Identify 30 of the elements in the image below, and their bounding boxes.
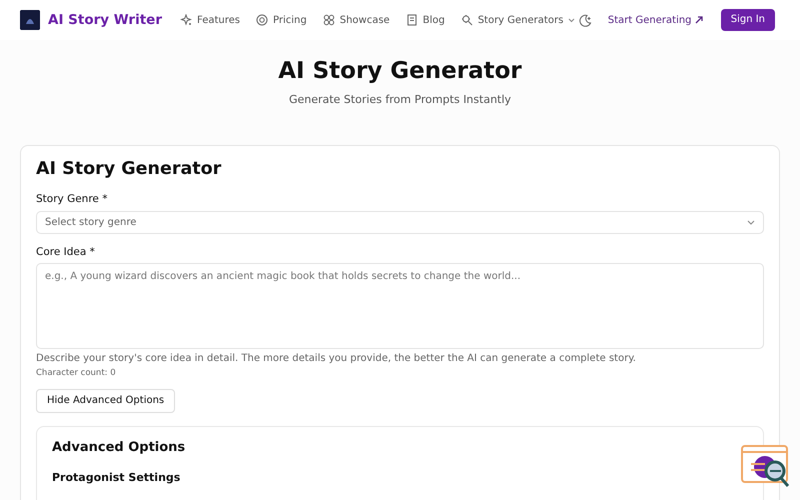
genre-select[interactable]: Select story genre	[36, 210, 764, 234]
grid-icon	[322, 14, 335, 26]
arrow-up-right-icon	[694, 16, 703, 24]
nav-link[interactable]: Features	[180, 12, 240, 28]
chevron-down-icon	[568, 18, 576, 22]
start-generating-link[interactable]: Start Generating	[608, 12, 703, 28]
page-subtitle: Generate Stories from Prompts Instantly	[288, 92, 512, 108]
coin-icon	[256, 14, 268, 26]
section-title: Advanced Options	[52, 440, 186, 458]
sign-in-button[interactable]: Sign In	[720, 9, 775, 31]
nav-link[interactable]: Pricing	[256, 12, 307, 28]
brand-name[interactable]: AI Story Writer	[48, 10, 162, 30]
nav-link[interactable]: Story Generators	[460, 12, 576, 28]
page-title: AI Story Generator	[277, 58, 523, 86]
subsection-title: Protagonist Settings	[52, 471, 182, 484]
form-title: AI Story Generator	[36, 159, 222, 180]
nav-link[interactable]: Showcase	[322, 12, 390, 28]
logo-icon[interactable]	[20, 10, 40, 30]
inspect-widget-icon[interactable]	[741, 445, 791, 489]
toggle-advanced-button[interactable]: Hide Advanced Options	[36, 389, 176, 414]
nav-link[interactable]: Blog	[406, 12, 445, 28]
field-label: Core Idea *	[36, 246, 96, 260]
help-text: Describe your story's core idea in detail. The more details you provide, the better the AI can generate a complete story.	[36, 352, 637, 366]
document-icon	[406, 14, 418, 26]
sparkle-icon	[180, 14, 192, 26]
idea-textarea[interactable]: e.g., A young wizard discovers an ancient magic book that holds secrets to change the world...	[36, 263, 764, 350]
character-count: Character count: 0	[36, 368, 117, 380]
field-label: Story Genre *	[36, 193, 108, 207]
moon-icon[interactable]	[578, 14, 592, 26]
chevron-down-icon	[747, 220, 755, 225]
